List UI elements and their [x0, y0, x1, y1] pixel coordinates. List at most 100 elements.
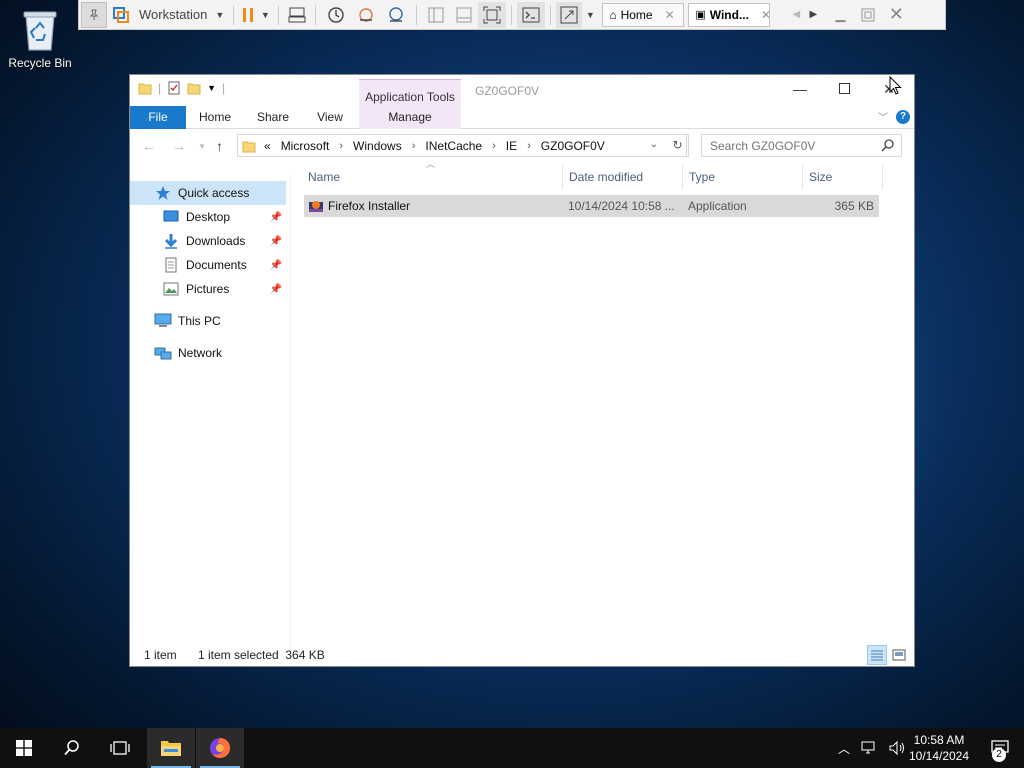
tab-share[interactable]: Share	[252, 106, 294, 129]
file-size: 365 KB	[834, 199, 874, 213]
close-icon[interactable]: ✕	[665, 8, 675, 22]
full-screen-button[interactable]	[556, 1, 583, 28]
column-header-size[interactable]: Size	[809, 165, 879, 190]
tab-scroll-left-button[interactable]: ◀	[786, 2, 806, 28]
sidebar-item-label: Quick access	[178, 186, 250, 200]
large-icons-view-button[interactable]	[889, 645, 909, 665]
back-button[interactable]: ←	[142, 138, 156, 154]
tab-scroll-right-button[interactable]: ▶	[806, 2, 820, 28]
sidebar-item-pictures[interactable]: Pictures 📌	[130, 277, 286, 301]
minimize-button[interactable]: ▁	[826, 2, 854, 28]
column-separator[interactable]	[802, 165, 803, 190]
customize-qat-icon[interactable]: ▼	[207, 83, 216, 93]
mouse-cursor-icon	[889, 76, 902, 95]
clock[interactable]: 10:58 AM 10/14/2024	[900, 732, 978, 764]
search-icon	[881, 139, 894, 152]
up-button[interactable]: ↑	[216, 138, 223, 154]
breadcrumb-inetcache[interactable]: INetCache	[425, 139, 482, 153]
address-dropdown-icon[interactable]: ⌄	[650, 139, 658, 150]
start-button[interactable]	[0, 728, 48, 768]
sidebar-item-downloads[interactable]: Downloads 📌	[130, 229, 286, 253]
tab-home[interactable]: ⌂ Home ✕	[602, 2, 685, 27]
column-separator[interactable]	[562, 165, 563, 190]
tab-file[interactable]: File	[130, 106, 186, 129]
sidebar-item-label: Downloads	[186, 234, 246, 248]
pin-icon[interactable]: 📌	[270, 284, 282, 295]
full-screen-dropdown[interactable]: ▼	[582, 2, 598, 28]
details-view-button[interactable]	[867, 645, 887, 665]
tab-vm[interactable]: ▣ Wind... ✕	[688, 2, 771, 27]
breadcrumb-ie[interactable]: IE	[506, 139, 517, 153]
pin-icon[interactable]: 📌	[270, 236, 282, 247]
pin-icon[interactable]: 📌	[270, 260, 282, 271]
address-bar[interactable]: « Microsoft › Windows › INetCache › IE ›…	[237, 134, 687, 157]
chevron-right-icon[interactable]: ›	[492, 140, 496, 152]
column-header-type[interactable]: Type	[689, 165, 799, 190]
sidebar-toggle-button[interactable]	[422, 2, 450, 28]
network-status-icon[interactable]	[860, 740, 878, 756]
breadcrumb-microsoft[interactable]: Microsoft	[281, 139, 330, 153]
forward-button[interactable]: →	[172, 138, 186, 154]
sidebar-item-this-pc[interactable]: This PC	[130, 309, 286, 333]
take-snapshot-button[interactable]	[321, 2, 351, 28]
context-tab-title: Application Tools	[365, 90, 455, 104]
help-icon[interactable]: ?	[896, 109, 910, 124]
sidebar-item-documents[interactable]: Documents 📌	[130, 253, 286, 277]
tab-home[interactable]: Home	[194, 106, 236, 129]
star-icon	[154, 185, 172, 201]
pane-splitter[interactable]	[290, 175, 291, 653]
power-dropdown-button[interactable]: ▼	[257, 2, 273, 28]
close-button[interactable]: ✕	[882, 2, 910, 28]
tab-manage[interactable]: Manage	[359, 106, 461, 129]
console-view-button[interactable]	[517, 1, 546, 28]
maximize-button[interactable]	[822, 81, 866, 101]
vm-name-dropdown[interactable]: Workstation ▼	[135, 2, 228, 28]
windows-logo-icon	[16, 740, 32, 756]
sidebar-item-desktop[interactable]: Desktop 📌	[130, 205, 286, 229]
recycle-bin[interactable]: Recycle Bin	[6, 8, 74, 70]
pin-icon[interactable]: 📌	[270, 212, 282, 223]
pin-toolbar-button[interactable]	[81, 1, 107, 28]
suspend-button[interactable]	[239, 2, 257, 28]
chevron-right-icon[interactable]: ›	[412, 140, 416, 152]
close-icon[interactable]: ✕	[761, 8, 771, 22]
search-input[interactable]	[710, 138, 870, 153]
column-header-date[interactable]: Date modified	[569, 165, 679, 190]
search-button[interactable]	[48, 728, 96, 768]
snapshot-manager-button[interactable]	[381, 2, 411, 28]
recent-locations-button[interactable]: ▼	[198, 142, 206, 151]
thumbnail-bar-button[interactable]	[450, 2, 478, 28]
fit-window-button[interactable]	[478, 1, 507, 28]
expand-ribbon-icon[interactable]: ﹀	[878, 109, 888, 124]
sidebar-item-quick-access[interactable]: Quick access	[130, 181, 286, 205]
column-header-name[interactable]: Name	[308, 165, 558, 190]
clock-date: 10/14/2024	[908, 749, 970, 763]
breadcrumb-overflow[interactable]: «	[264, 139, 271, 153]
tab-view[interactable]: View	[310, 106, 350, 129]
separator	[511, 4, 513, 25]
chevron-right-icon[interactable]: ›	[339, 140, 343, 152]
column-separator[interactable]	[682, 165, 683, 190]
sidebar-item-network[interactable]: Network	[130, 341, 286, 365]
properties-icon[interactable]	[167, 81, 181, 95]
breadcrumb-windows[interactable]: Windows	[353, 139, 402, 153]
restore-button[interactable]	[854, 2, 882, 28]
sidebar-item-label: This PC	[178, 314, 221, 328]
fit-icon	[483, 6, 501, 23]
new-folder-icon[interactable]	[187, 81, 201, 95]
revert-snapshot-button[interactable]	[351, 2, 381, 28]
file-row[interactable]: Firefox Installer 10/14/2024 10:58 ... A…	[304, 195, 879, 217]
search-box[interactable]	[701, 134, 902, 157]
minimize-button[interactable]: —	[778, 81, 822, 101]
firefox-taskbar-button[interactable]	[196, 728, 244, 768]
send-ctrl-alt-del-button[interactable]	[284, 2, 310, 28]
breadcrumb-current[interactable]: GZ0GOF0V	[541, 139, 605, 153]
file-explorer-taskbar-button[interactable]	[147, 728, 195, 768]
show-hidden-icons-icon[interactable]: ︿	[838, 740, 850, 757]
refresh-button[interactable]: ↻	[667, 134, 689, 157]
task-view-button[interactable]	[96, 728, 144, 768]
chevron-right-icon[interactable]: ›	[527, 140, 531, 152]
column-separator[interactable]	[882, 165, 883, 190]
download-icon	[162, 233, 180, 249]
folder-icon	[242, 141, 256, 152]
